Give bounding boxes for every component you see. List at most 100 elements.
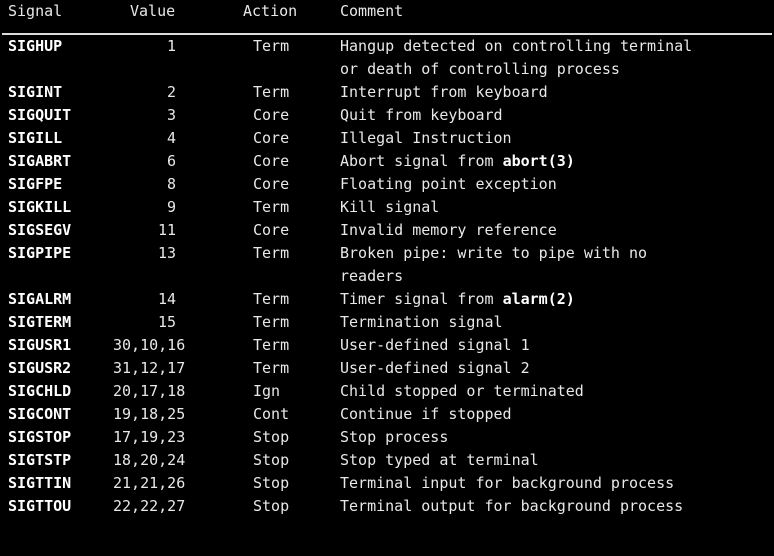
signal-action: Term (253, 83, 290, 101)
signal-comment: Stop typed at terminal (340, 451, 539, 469)
signal-name: SIGCONT (8, 405, 72, 423)
table-row: SIGINT 2 Term Interrupt from keyboard (0, 81, 774, 104)
signal-comment: Broken pipe: write to pipe with no (340, 244, 648, 262)
table-row-continuation: readers (0, 265, 774, 288)
signal-value: 30,10,16 (113, 336, 186, 354)
signal-comment: Abort signal from abort(3) (340, 152, 575, 170)
signal-value: 6 (166, 152, 176, 170)
signal-comment: Quit from keyboard (340, 106, 503, 124)
signal-name: SIGTERM (8, 313, 72, 331)
signal-name: SIGHUP (8, 37, 63, 55)
signal-value: 21,21,26 (113, 474, 186, 492)
signal-comment: Illegal Instruction (340, 129, 512, 147)
signal-comment-continuation: readers (340, 267, 404, 285)
signal-name: SIGTTIN (8, 474, 72, 492)
signal-comment: User-defined signal 1 (340, 336, 530, 354)
signal-value: 1 (166, 37, 176, 55)
signal-action: Core (253, 129, 290, 147)
signal-comment: Termination signal (340, 313, 503, 331)
column-header-value: Value (130, 2, 176, 20)
signal-action: Core (253, 175, 290, 193)
table-row: SIGABRT 6 Core Abort signal from abort(3) (0, 150, 774, 173)
signal-value: 14 (157, 290, 176, 308)
table-row: SIGUSR1 30,10,16 Term User-defined signal 1 (0, 334, 774, 357)
signal-action: Term (253, 290, 290, 308)
signal-name: SIGALRM (8, 290, 72, 308)
table-body: SIGHUP 1 Term Hangup detected on controllin… (0, 35, 774, 518)
signal-name: SIGCHLD (8, 382, 72, 400)
signal-comment: Child stopped or terminated (340, 382, 584, 400)
signal-name: SIGTTOU (8, 497, 72, 515)
table-row: SIGTSTP 18,20,24 Stop Stop typed at termina… (0, 449, 774, 472)
signal-comment: Timer signal from alarm(2) (340, 290, 575, 308)
terminal-screen: Signal Value Action Comment SIGHUP 1 Term H… (0, 0, 774, 556)
signal-name: SIGINT (8, 83, 63, 101)
table-row: SIGTTOU 22,22,27 Stop Terminal output for b… (0, 495, 774, 518)
signal-action: Stop (253, 428, 290, 446)
table-header-row: Signal Value Action Comment (0, 0, 774, 23)
column-header-action: Action (243, 2, 298, 20)
signal-name: SIGPIPE (8, 244, 72, 262)
signal-value: 31,12,17 (113, 359, 186, 377)
signal-value: 18,20,24 (113, 451, 186, 469)
signal-comment: Kill signal (340, 198, 440, 216)
signal-name: SIGQUIT (8, 106, 72, 124)
signal-value: 17,19,23 (113, 428, 186, 446)
signal-name: SIGFPE (8, 175, 63, 193)
signal-name: SIGUSR2 (8, 359, 72, 377)
table-row: SIGSTOP 17,19,23 Stop Stop process (0, 426, 774, 449)
table-row: SIGTERM 15 Term Termination signal (0, 311, 774, 334)
signal-comment: Stop process (340, 428, 449, 446)
signal-comment-continuation: or death of controlling process (340, 60, 620, 78)
table-row: SIGCONT 19,18,25 Cont Continue if stopped (0, 403, 774, 426)
column-header-signal: Signal (8, 2, 63, 20)
signal-action: Term (253, 198, 290, 216)
column-header-comment: Comment (340, 2, 404, 20)
signals-table: Signal Value Action Comment SIGHUP 1 Term H… (0, 0, 774, 518)
table-row: SIGILL 4 Core Illegal Instruction (0, 127, 774, 150)
signal-name: SIGABRT (8, 152, 72, 170)
signal-value: 11 (157, 221, 176, 239)
signal-name: SIGILL (8, 129, 63, 147)
signal-name: SIGUSR1 (8, 336, 72, 354)
table-row: SIGALRM 14 Term Timer signal from alarm(2) (0, 288, 774, 311)
comment-manpage-ref: abort(3) (502, 152, 575, 170)
signal-comment: Invalid memory reference (340, 221, 557, 239)
signal-action: Core (253, 152, 290, 170)
signal-value: 15 (157, 313, 176, 331)
signal-action: Stop (253, 497, 290, 515)
signal-comment: Floating point exception (340, 175, 557, 193)
table-row: SIGPIPE 13 Term Broken pipe: write to pipe … (0, 242, 774, 265)
signal-value: 9 (166, 198, 176, 216)
table-row: SIGQUIT 3 Core Quit from keyboard (0, 104, 774, 127)
table-row: SIGTTIN 21,21,26 Stop Terminal input for ba… (0, 472, 774, 495)
signal-value: 8 (166, 175, 176, 193)
signal-action: Stop (253, 474, 290, 492)
signal-action: Term (253, 313, 290, 331)
table-row: SIGCHLD 20,17,18 Ign Child stopped or termi… (0, 380, 774, 403)
signal-action: Term (253, 336, 290, 354)
signal-value: 19,18,25 (113, 405, 186, 423)
signal-action: Term (253, 244, 290, 262)
table-row: SIGUSR2 31,12,17 Term User-defined signal 2 (0, 357, 774, 380)
signal-comment: Terminal input for background process (340, 474, 675, 492)
signal-action: Term (253, 359, 290, 377)
comment-manpage-ref: alarm(2) (502, 290, 575, 308)
table-row: SIGFPE 8 Core Floating point exception (0, 173, 774, 196)
table-row: SIGSEGV 11 Core Invalid memory reference (0, 219, 774, 242)
signal-value: 22,22,27 (113, 497, 186, 515)
signal-action: Term (253, 37, 290, 55)
signal-comment: Terminal output for background process (340, 497, 684, 515)
signal-comment: Continue if stopped (340, 405, 512, 423)
signal-action: Cont (253, 405, 290, 423)
signal-comment: Interrupt from keyboard (340, 83, 548, 101)
signal-value: 3 (166, 106, 176, 124)
signal-value: 13 (157, 244, 176, 262)
signal-value: 2 (166, 83, 176, 101)
signal-name: SIGTSTP (8, 451, 72, 469)
signal-comment: Hangup detected on controlling terminal (340, 37, 693, 55)
signal-name: SIGSTOP (8, 428, 72, 446)
table-row: SIGKILL 9 Term Kill signal (0, 196, 774, 219)
signal-action: Core (253, 106, 290, 124)
signal-name: SIGKILL (8, 198, 72, 216)
